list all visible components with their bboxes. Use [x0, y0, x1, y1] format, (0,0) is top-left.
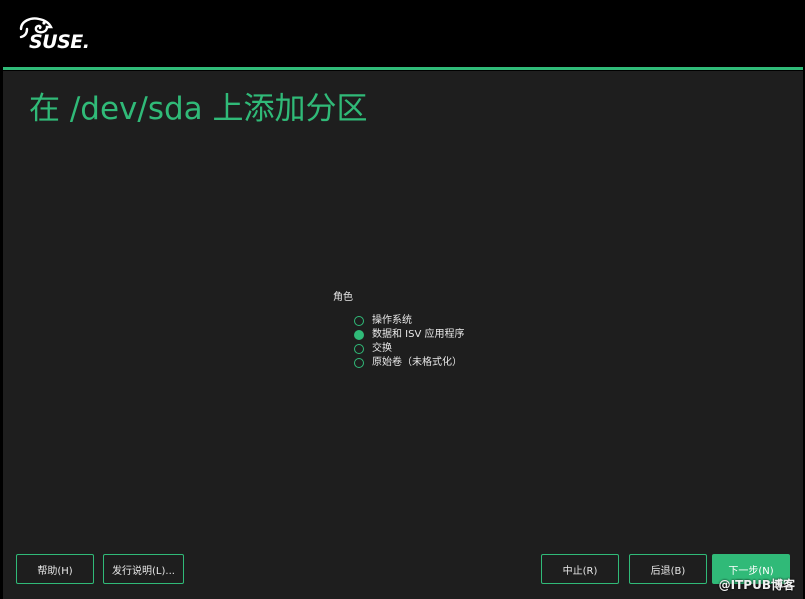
role-radio-group: 角色 操作系统 数据和 ISV 应用程序 交换 原始卷（未格式化）	[333, 291, 553, 370]
watermark-text: @ITPUB博客	[718, 578, 795, 592]
radio-option-data-isv[interactable]: 数据和 ISV 应用程序	[354, 328, 553, 342]
abort-button[interactable]: 中止(R)	[541, 554, 619, 584]
installer-window: SUSE. 在 /dev/sda 上添加分区 角色 操作系统 数据和 ISV 应…	[0, 0, 805, 599]
radio-button-selected[interactable]	[354, 330, 364, 340]
radio-option-swap[interactable]: 交换	[354, 342, 553, 356]
header-bar: SUSE.	[0, 0, 805, 68]
radio-label: 操作系统	[372, 315, 412, 326]
main-content: 在 /dev/sda 上添加分区 角色 操作系统 数据和 ISV 应用程序 交换…	[3, 71, 803, 599]
back-button[interactable]: 后退(B)	[629, 554, 707, 584]
radio-label: 原始卷（未格式化）	[372, 357, 462, 368]
page-title: 在 /dev/sda 上添加分区	[29, 91, 368, 127]
radio-button[interactable]	[354, 344, 364, 354]
release-notes-button[interactable]: 发行说明(L)...	[103, 554, 184, 584]
radio-option-raw-volume[interactable]: 原始卷（未格式化）	[354, 356, 553, 370]
radio-label: 数据和 ISV 应用程序	[372, 329, 465, 340]
suse-logo: SUSE.	[17, 15, 97, 55]
role-group-label: 角色	[333, 292, 353, 303]
brand-wordmark: SUSE.	[29, 31, 90, 53]
radio-button[interactable]	[354, 358, 364, 368]
accent-divider	[3, 67, 803, 70]
radio-option-operating-system[interactable]: 操作系统	[354, 314, 553, 328]
radio-label: 交换	[372, 343, 392, 354]
radio-button[interactable]	[354, 316, 364, 326]
help-button[interactable]: 帮助(H)	[16, 554, 94, 584]
